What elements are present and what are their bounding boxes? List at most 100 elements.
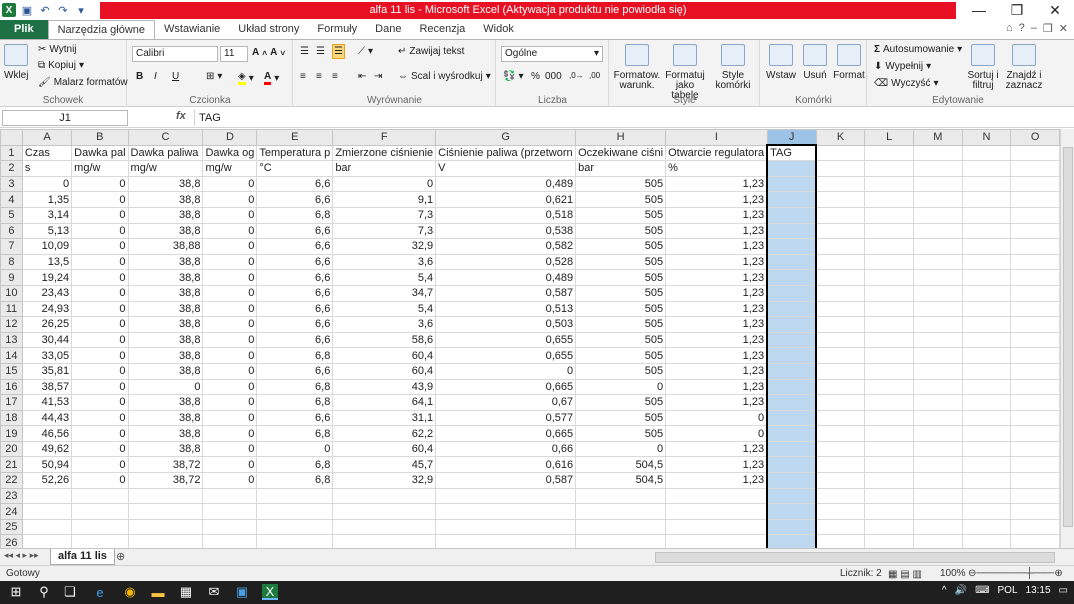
cell[interactable] [766,175,818,193]
cell[interactable] [912,191,963,208]
fill-color-button[interactable]: ◈ ▾ [238,71,254,85]
minimize-button[interactable]: — [960,0,998,20]
cell[interactable] [575,534,667,548]
spreadsheet-grid[interactable]: ABCDEFGHIJKLMNO 1 Czas Dawka pal Dawka pali… [0,129,1060,548]
cell[interactable]: 0 [71,253,129,271]
cell[interactable] [912,222,963,240]
cell[interactable]: 0 [202,191,258,208]
cell[interactable] [912,331,963,349]
cell[interactable]: 0 [71,316,129,333]
row-header[interactable]: 23 [0,487,23,505]
row-header[interactable]: 6 [0,222,23,240]
cell[interactable]: 38,8 [127,362,204,380]
column-header[interactable]: A [21,129,73,146]
cell[interactable] [961,269,1012,286]
new-sheet-icon[interactable]: ⊕ [116,550,125,563]
cell[interactable] [21,503,73,520]
cell[interactable] [766,300,818,318]
cell[interactable]: 38,57 [21,378,73,396]
cell[interactable]: 1,23 [665,300,768,318]
cell[interactable] [435,534,577,548]
cell[interactable]: 0,538 [435,222,577,240]
underline-button[interactable]: U [172,71,179,82]
cell[interactable] [1010,316,1060,333]
cell[interactable] [912,487,963,505]
row-header[interactable]: 3 [0,175,23,193]
cell[interactable] [21,518,73,536]
cell[interactable] [912,362,963,380]
cell[interactable]: mg/w [127,160,204,177]
cell[interactable]: 0,665 [435,378,577,396]
cell[interactable] [864,472,914,489]
cell[interactable]: 0 [202,222,258,240]
cell[interactable]: bar [332,160,437,177]
cell[interactable] [961,253,1012,271]
cell[interactable] [766,331,818,349]
cell[interactable]: 34,7 [332,284,437,302]
cell[interactable]: 60,4 [332,362,437,380]
cell[interactable]: 38,8 [127,269,204,286]
decrease-indent-button[interactable]: ⇤ [358,71,366,82]
cell[interactable] [912,409,963,427]
cell[interactable] [1010,160,1060,177]
cell[interactable] [864,440,914,458]
cell[interactable] [127,534,204,548]
cell[interactable]: 0 [71,175,129,193]
font-size-select[interactable]: 11 [220,46,248,62]
cell[interactable]: 505 [575,238,667,255]
cell[interactable] [815,347,866,364]
cell[interactable]: 6,8 [256,472,334,489]
cell[interactable]: 58,6 [332,331,437,349]
row-header[interactable]: 5 [0,206,23,224]
cell[interactable] [127,518,204,536]
cell[interactable]: 505 [575,362,667,380]
cell[interactable] [766,269,818,286]
cell[interactable]: 0 [71,440,129,458]
cell[interactable]: 6,6 [256,222,334,240]
cell[interactable]: Czas [21,144,73,162]
cell[interactable] [961,409,1012,427]
align-top-button[interactable]: ☰ [300,46,309,57]
cell[interactable]: 0 [202,378,258,396]
cell[interactable] [435,518,577,536]
align-center-button[interactable]: ≡ [316,71,322,82]
cell[interactable] [864,456,914,474]
cell[interactable]: 0 [202,206,258,224]
cell[interactable]: 26,25 [21,316,73,333]
cell[interactable]: 41,53 [21,394,73,411]
help-icon[interactable]: ? [1019,22,1025,35]
cell[interactable]: 505 [575,409,667,427]
ribbon-tab[interactable]: Dane [366,20,410,39]
cell[interactable] [1010,456,1060,474]
cell[interactable] [815,160,866,177]
cell[interactable]: 0 [71,472,129,489]
cell[interactable]: 1,23 [665,472,768,489]
cell[interactable]: 0,616 [435,456,577,474]
undo-icon[interactable]: ↶ [38,3,52,17]
restore-button[interactable]: ❐ [998,0,1036,20]
cell[interactable] [961,238,1012,255]
cell[interactable]: 0 [202,284,258,302]
cell[interactable]: 0 [71,347,129,364]
cell[interactable]: 7,3 [332,206,437,224]
cell[interactable] [912,518,963,536]
cell[interactable]: 1,23 [665,253,768,271]
clear-button[interactable]: ⌫ Wyczyść ▾ [874,78,939,89]
store-icon[interactable]: ▦ [178,584,194,600]
cell[interactable]: 38,8 [127,440,204,458]
language-indicator[interactable]: POL [998,585,1018,596]
cell[interactable]: 6,8 [256,394,334,411]
cell[interactable]: 23,43 [21,284,73,302]
zoom-slider[interactable]: ⊖───────┼───⊕ [968,566,1063,581]
decrease-decimal-button[interactable]: ,00 [589,71,600,80]
insert-function-icon[interactable]: fx [176,110,186,122]
format-as-table-button[interactable]: Formatuj jako tabelę [662,44,708,101]
cell[interactable] [435,487,577,505]
cell[interactable]: 505 [575,425,667,442]
cell[interactable]: 9,1 [332,191,437,208]
column-header[interactable]: L [864,129,914,146]
cell[interactable] [127,487,204,505]
row-header[interactable]: 14 [0,347,23,364]
cell[interactable]: 1,23 [665,175,768,193]
cell[interactable]: 1,23 [665,362,768,380]
